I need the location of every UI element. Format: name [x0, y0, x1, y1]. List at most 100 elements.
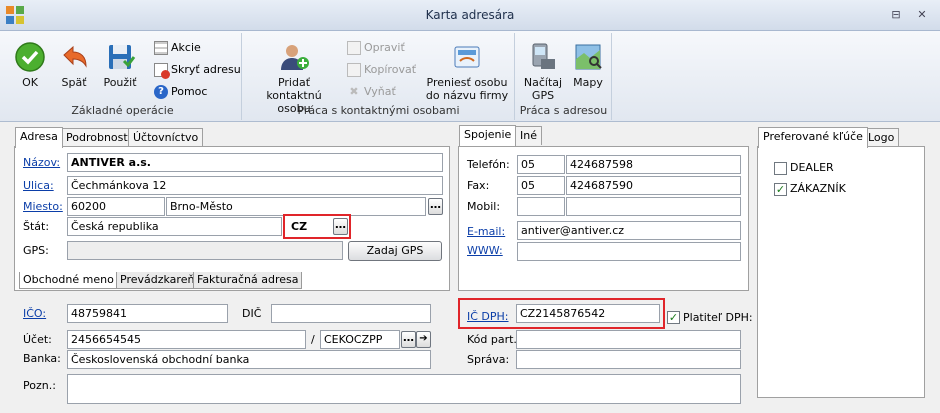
- maps-button[interactable]: Mapy: [568, 41, 608, 89]
- bank-field[interactable]: Československá obchodní banka: [67, 350, 431, 369]
- group-label-basic: Základné operácie: [71, 104, 174, 117]
- add-person-icon: [281, 45, 309, 70]
- state-field[interactable]: Česká republika: [67, 217, 282, 236]
- edit-label: Opraviť: [364, 41, 405, 54]
- state-code-highlight: CZ …: [283, 214, 351, 239]
- load-gps-label-2: GPS: [531, 89, 555, 102]
- zip-field[interactable]: 60200: [67, 197, 165, 216]
- ribbon: OK Späť Použiť Akcie Skryť adresu ? Pomoc…: [0, 31, 940, 122]
- tab-address[interactable]: Adresa: [15, 127, 63, 148]
- ok-label: OK: [22, 76, 38, 89]
- remove-label: Vyňať: [364, 85, 396, 98]
- load-gps-label-1: Načítaj: [523, 76, 563, 89]
- mobile-prefix-field[interactable]: [517, 197, 565, 216]
- edit-button[interactable]: Opraviť: [347, 39, 405, 57]
- bank-lookup-button[interactable]: …: [401, 331, 416, 348]
- gps-field: [67, 241, 343, 260]
- back-label: Späť: [61, 76, 87, 89]
- bank-goto-arrow-icon[interactable]: ➔: [416, 331, 431, 348]
- ico-label[interactable]: IČO:: [23, 306, 46, 322]
- account-slash: /: [311, 333, 315, 346]
- transfer-label-1: Preniesť osobu: [426, 76, 508, 89]
- dic-label: DIČ: [242, 307, 262, 320]
- email-label[interactable]: E-mail:: [467, 224, 505, 240]
- ribbon-group-contacts: Pridať kontaktnú osobu Opraviť Kopírovať …: [243, 33, 515, 120]
- back-button[interactable]: Späť: [54, 41, 94, 89]
- close-button[interactable]: ✕: [915, 8, 929, 21]
- ico-field[interactable]: 48759841: [67, 304, 228, 323]
- part-code-label: Kód part.:: [467, 333, 521, 346]
- tab-establishment[interactable]: Prevádzkareň: [116, 272, 199, 289]
- name-field[interactable]: ANTIVER a.s.: [67, 153, 443, 172]
- ok-button[interactable]: OK: [12, 41, 48, 89]
- fax-field[interactable]: 424687590: [566, 176, 741, 195]
- dealer-checkbox[interactable]: [774, 162, 787, 175]
- name-label[interactable]: Názov:: [23, 155, 60, 171]
- group-label-contacts: Práca s kontaktnými osobami: [297, 104, 460, 117]
- title-bar: Karta adresára ⊟ ✕: [0, 0, 940, 31]
- transfer-label-2: do názvu firmy: [425, 89, 509, 102]
- remove-x-icon: ✖: [349, 85, 359, 98]
- phone-prefix-field[interactable]: 05: [517, 155, 565, 174]
- vat-payer-checkbox[interactable]: ✓: [667, 311, 680, 324]
- remove-button[interactable]: ✖ Vyňať: [347, 83, 396, 101]
- load-gps-button[interactable]: Načítaj GPS: [522, 41, 564, 102]
- state-label: Štát:: [23, 220, 50, 233]
- hide-address-icon: [154, 63, 170, 79]
- city-lookup-button[interactable]: …: [428, 198, 443, 215]
- tab-logo[interactable]: Logo: [863, 128, 900, 147]
- hide-address-button[interactable]: Skryť adresu: [154, 61, 241, 79]
- transfer-person-button[interactable]: Preniesť osobu do názvu firmy: [423, 41, 511, 102]
- ribbon-group-address: Načítaj GPS Mapy Práca s adresou: [516, 33, 612, 120]
- tab-connection[interactable]: Spojenie: [459, 125, 517, 146]
- actions-button[interactable]: Akcie: [154, 39, 201, 57]
- vat-payer-label: Platiteľ DPH:: [683, 311, 753, 324]
- state-code-field[interactable]: CZ: [287, 217, 331, 236]
- ic-dph-label[interactable]: IČ DPH:: [467, 309, 509, 325]
- note-label: Pozn.:: [23, 379, 56, 392]
- email-field[interactable]: antiver@antiver.cz: [517, 221, 741, 240]
- tab-preferred-keys[interactable]: Preferované kľúče: [758, 127, 868, 148]
- preferred-keys-panel: DEALER ✓ ZÁKAZNÍK: [757, 146, 925, 398]
- use-button[interactable]: Použiť: [100, 41, 140, 89]
- part-code-field[interactable]: [516, 330, 741, 349]
- street-label[interactable]: Ulica:: [23, 178, 54, 194]
- tab-other[interactable]: Iné: [515, 126, 542, 145]
- tab-business-name[interactable]: Obchodné meno: [19, 272, 118, 289]
- use-label: Použiť: [103, 76, 137, 89]
- map-icon: [575, 44, 602, 70]
- bank-code-field[interactable]: CEKOCZPP: [320, 330, 400, 349]
- fax-prefix-field[interactable]: 05: [517, 176, 565, 195]
- add-contact-label-1: Pridať kontaktnú: [266, 76, 322, 102]
- window-title: Karta adresára: [425, 8, 515, 22]
- note-field[interactable]: [67, 374, 741, 404]
- copy-button[interactable]: Kopírovať: [347, 61, 416, 79]
- ic-dph-field[interactable]: CZ2145876542: [516, 304, 660, 323]
- www-label[interactable]: WWW:: [467, 243, 503, 259]
- gps-label: GPS:: [23, 244, 49, 257]
- tab-accounting[interactable]: Účtovníctvo: [128, 128, 204, 147]
- dealer-label: DEALER: [790, 161, 834, 174]
- dic-field[interactable]: [271, 304, 431, 323]
- tab-billing-address[interactable]: Fakturačná adresa: [193, 272, 303, 289]
- restore-button[interactable]: ⊟: [889, 8, 903, 21]
- place-label[interactable]: Miesto:: [23, 199, 63, 215]
- street-field[interactable]: Čechmánkova 12: [67, 176, 443, 195]
- customer-checkbox[interactable]: ✓: [774, 183, 787, 196]
- transfer-card-icon: [454, 46, 480, 68]
- ribbon-group-basic: OK Späť Použiť Akcie Skryť adresu ? Pomoc…: [4, 33, 242, 120]
- help-label: Pomoc: [171, 85, 208, 98]
- tab-details[interactable]: Podrobnosti: [61, 128, 136, 147]
- fax-label: Fax:: [467, 179, 490, 192]
- admin-field[interactable]: [516, 350, 741, 369]
- account-field[interactable]: 2456654545: [67, 330, 306, 349]
- www-field[interactable]: [517, 242, 741, 261]
- mobile-field[interactable]: [566, 197, 741, 216]
- contact-panel: Telefón: 05 424687598 Fax: 05 424687590 …: [458, 146, 749, 291]
- enter-gps-button[interactable]: Zadaj GPS: [348, 241, 442, 261]
- state-lookup-button[interactable]: …: [333, 218, 348, 235]
- help-button[interactable]: ? Pomoc: [154, 83, 207, 101]
- copy-icon: [347, 63, 361, 77]
- phone-field[interactable]: 424687598: [566, 155, 741, 174]
- account-label: Účet:: [23, 333, 52, 346]
